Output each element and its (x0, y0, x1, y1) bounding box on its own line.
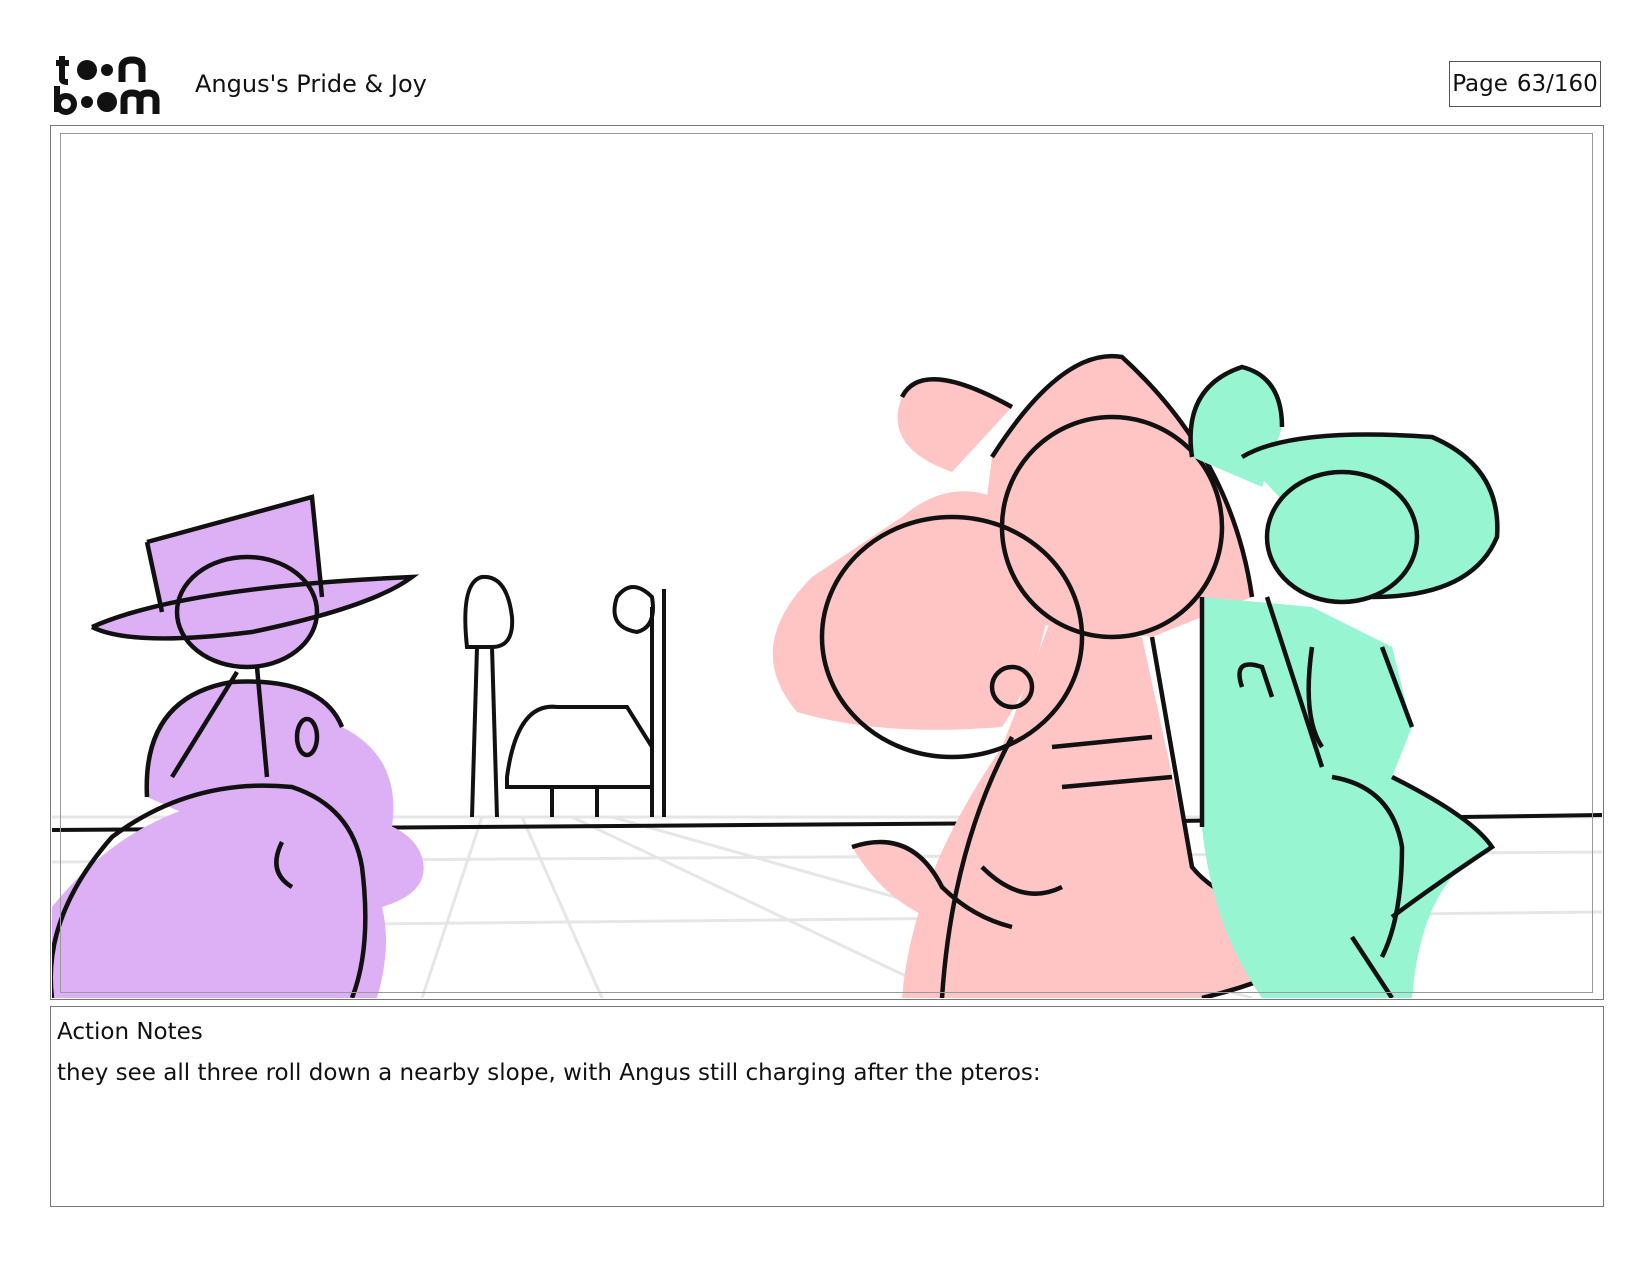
action-notes-heading: Action Notes (57, 1019, 203, 1045)
project-title: Angus's Pride & Joy (195, 70, 427, 98)
panel-safe-frame (60, 133, 1593, 993)
page-indicator: Page 63/160 (1449, 61, 1601, 107)
action-notes-box: Action Notes they see all three roll dow… (50, 1006, 1604, 1207)
page-label: Page (1452, 71, 1508, 97)
toon-boom-logo (54, 56, 160, 115)
action-notes-text: they see all three roll down a nearby sl… (57, 1060, 1041, 1086)
page-number: 63/160 (1516, 71, 1598, 97)
